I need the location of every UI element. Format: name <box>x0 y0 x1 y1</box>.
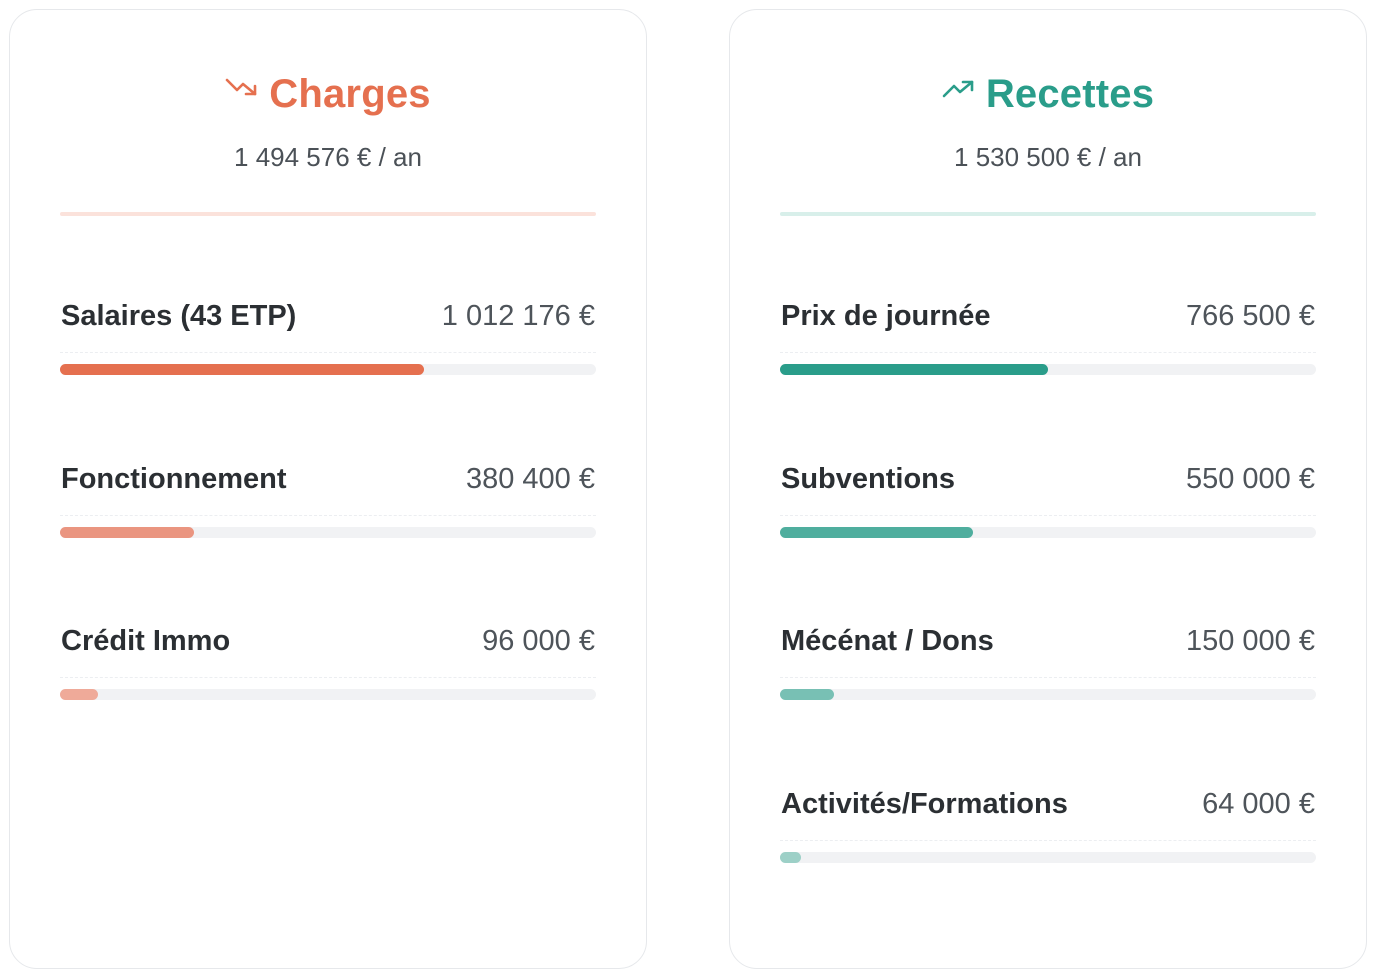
progress-track <box>780 526 1316 538</box>
budget-row-label: Salaires (43 ETP) <box>61 300 297 332</box>
progress-fill <box>780 689 834 700</box>
budget-row: Subventions 550 000 € <box>780 461 1316 561</box>
row-divider <box>60 514 596 516</box>
budget-row: Prix de journée 766 500 € <box>780 298 1316 398</box>
progress-fill <box>780 526 973 538</box>
recettes-title: Recettes <box>985 72 1155 116</box>
budget-row-label: Prix de journée <box>781 300 991 332</box>
progress-track <box>780 851 1316 863</box>
recettes-total: 1 530 500 € / an <box>954 142 1142 172</box>
trending-down-icon <box>225 78 257 95</box>
recettes-divider <box>780 212 1316 216</box>
budget-row-label: Fonctionnement <box>61 462 287 495</box>
progress-track <box>780 364 1316 375</box>
budget-row-label: Mécénat / Dons <box>781 625 994 657</box>
progress-track <box>60 526 596 538</box>
budget-row: Mécénat / Dons 150 000 € <box>780 623 1316 723</box>
recettes-header: Recettes <box>730 72 1366 117</box>
charges-title: Charges <box>269 72 431 116</box>
budget-row-amount: 766 500 € <box>1185 300 1315 332</box>
row-divider <box>60 352 596 353</box>
budget-row-label: Activités/Formations <box>781 787 1068 820</box>
budget-row-amount: 150 000 € <box>1185 625 1315 657</box>
budget-row-amount: 550 000 € <box>1185 462 1315 495</box>
progress-fill <box>780 851 802 863</box>
row-divider <box>780 677 1316 678</box>
budget-row: Salaires (43 ETP) 1 012 176 € <box>60 298 596 398</box>
trending-up-icon <box>942 80 974 97</box>
budget-row: Activités/Formations 64 000 € <box>780 786 1316 886</box>
progress-fill <box>60 364 425 375</box>
budget-row-label: Subventions <box>781 462 956 495</box>
progress-track <box>780 689 1316 700</box>
budget-row: Fonctionnement 380 400 € <box>60 461 596 561</box>
budget-row-amount: 380 400 € <box>465 462 595 495</box>
budget-row-amount: 64 000 € <box>1202 787 1315 820</box>
progress-fill <box>60 526 194 538</box>
charges-divider <box>60 212 596 216</box>
charges-header: Charges <box>10 72 646 117</box>
budget-row-amount: 1 012 176 € <box>441 300 595 332</box>
charges-card: Charges 1 494 576 € / an Salaires (43 ET… <box>9 9 647 969</box>
progress-track <box>60 364 596 375</box>
charges-total: 1 494 576 € / an <box>234 142 422 172</box>
row-divider <box>60 677 596 678</box>
row-divider <box>780 839 1316 841</box>
progress-fill <box>60 689 98 700</box>
progress-track <box>60 689 596 700</box>
progress-fill <box>780 364 1048 375</box>
budget-row-label: Crédit Immo <box>61 625 231 657</box>
budget-row-amount: 96 000 € <box>482 625 595 657</box>
row-divider <box>780 514 1316 516</box>
recettes-card: Recettes 1 530 500 € / an Prix de journé… <box>729 9 1367 969</box>
budget-row: Crédit Immo 96 000 € <box>60 623 596 723</box>
row-divider <box>780 352 1316 353</box>
